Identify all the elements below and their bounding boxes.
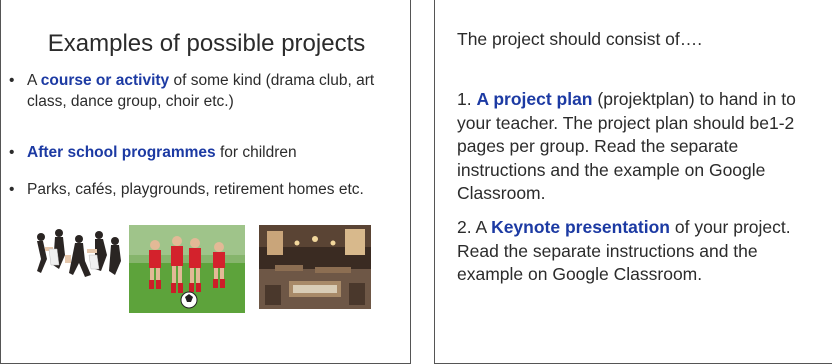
item-emphasis: Keynote presentation <box>491 217 670 237</box>
bullet-dot: • <box>9 181 15 198</box>
item-keynote: 2. A Keynote presentation of your projec… <box>457 217 791 284</box>
children-soccer-photo <box>129 225 245 313</box>
bullet-dot: • <box>9 144 15 161</box>
bullet-parks: • Parks, cafés, playgrounds, retirement … <box>9 181 364 198</box>
intro-text: The project should consist of…. <box>457 29 703 49</box>
bullet-emphasis: course or activity <box>40 72 170 89</box>
cafe-interior-photo <box>259 225 371 309</box>
bullet-emphasis: After school programmes <box>27 144 216 161</box>
slide-right: The project should consist of…. 1. A pro… <box>434 0 832 364</box>
dancers-photo <box>29 225 125 291</box>
bullet-after-school: • After school programmes for children <box>9 144 297 161</box>
slide-left: Examples of possible projects • A course… <box>0 0 411 364</box>
slide-title: Examples of possible projects <box>47 30 366 57</box>
bullet-course: • A course or activity of some kind (dra… <box>9 72 375 110</box>
item-emphasis: A project plan <box>476 89 593 109</box>
bullet-dot: • <box>9 72 15 89</box>
item-project-plan: 1. A project plan (projektplan) to hand … <box>457 89 796 203</box>
